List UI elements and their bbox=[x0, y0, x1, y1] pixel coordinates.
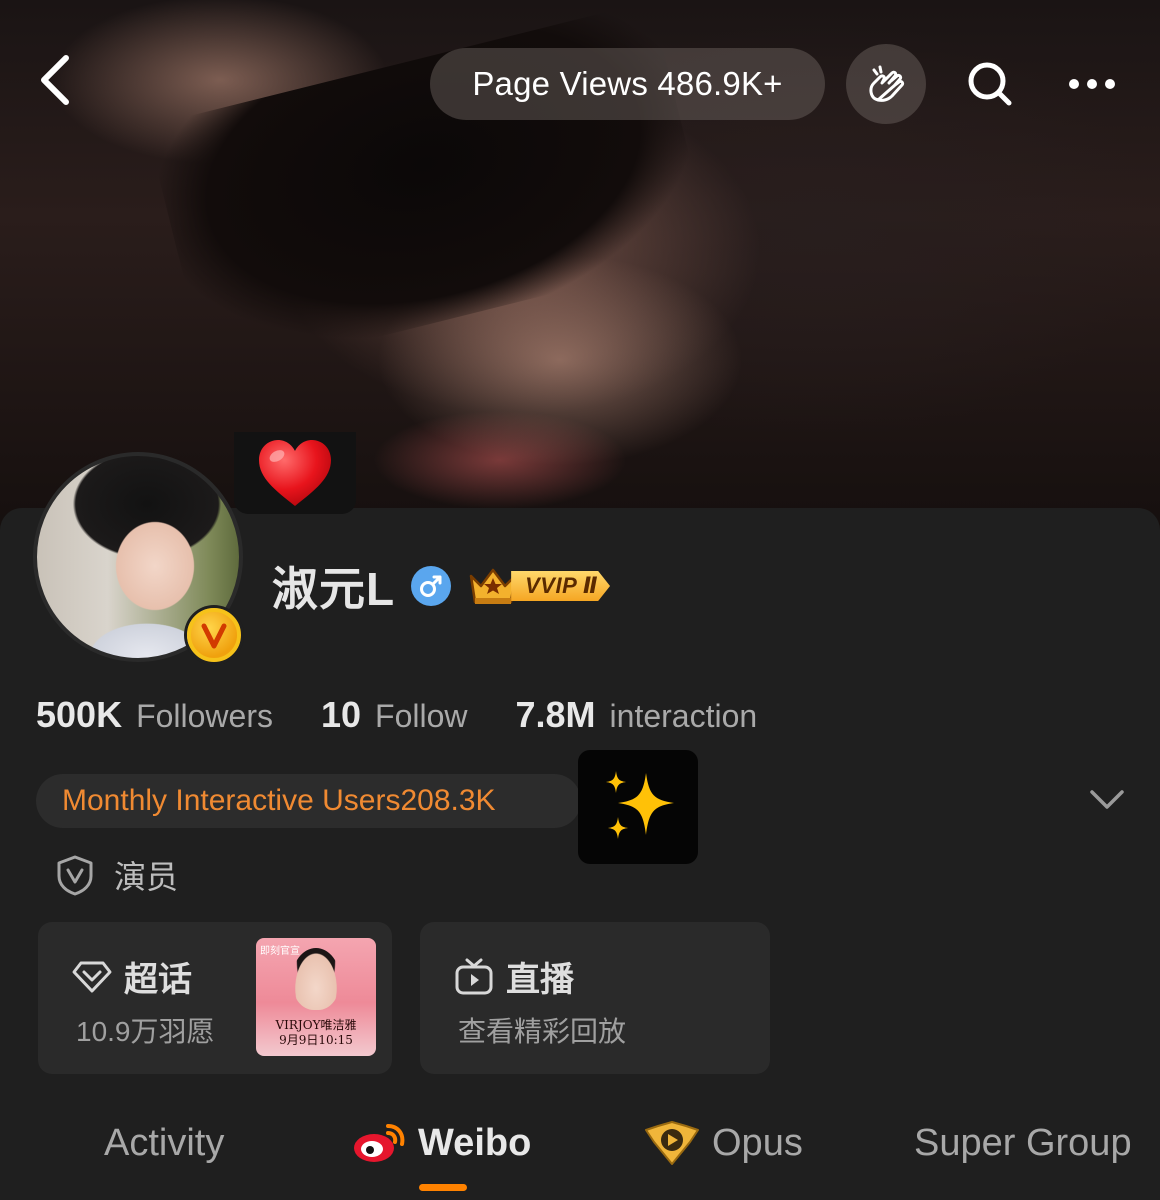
vvip-label: VVIP Ⅱ bbox=[511, 571, 611, 601]
role-text: 演员 bbox=[114, 859, 179, 895]
gesture-button[interactable] bbox=[846, 44, 926, 124]
poster-date: 9月9日10:15 bbox=[279, 1033, 353, 1047]
heart-emoji-icon bbox=[259, 440, 331, 506]
poster-face bbox=[292, 948, 340, 1010]
tab-label: Activity bbox=[104, 1121, 225, 1164]
tab-weibo[interactable]: Weibo bbox=[352, 1110, 531, 1176]
verified-v-icon bbox=[201, 623, 227, 649]
poster-tag: 即刻官宣 bbox=[260, 946, 300, 957]
card-subtitle: 查看精彩回放 bbox=[458, 1016, 627, 1047]
tab-super-group[interactable]: Super Group bbox=[914, 1110, 1132, 1176]
back-arrow-icon bbox=[41, 55, 69, 105]
tab-label: Weibo bbox=[418, 1121, 532, 1164]
diamond-icon bbox=[72, 961, 112, 992]
name-row: 淑元L VVIP Ⅱ bbox=[272, 556, 611, 616]
more-button[interactable] bbox=[1052, 44, 1132, 124]
more-icon bbox=[1069, 79, 1115, 89]
chevron-down-icon[interactable] bbox=[1086, 784, 1128, 816]
card-header: 超话 bbox=[72, 952, 192, 1001]
weibo-logo-icon bbox=[352, 1120, 406, 1166]
supertopic-card[interactable]: 超话 10.9万羽愿 即刻官宣 VIRJOY唯洁雅 9月9日10:15 bbox=[38, 922, 392, 1074]
stat-value: 500K bbox=[36, 694, 123, 735]
verified-badge bbox=[187, 608, 241, 662]
poster-caption: VIRJOY唯洁雅 9月9日10:15 bbox=[256, 1018, 376, 1048]
event-poster-image[interactable]: 即刻官宣 VIRJOY唯洁雅 9月9日10:15 bbox=[256, 938, 376, 1056]
sparkles-sticker bbox=[578, 750, 698, 864]
stat-value: 7.8M bbox=[515, 694, 596, 735]
gesture-icon bbox=[869, 65, 905, 102]
search-icon bbox=[968, 62, 1012, 106]
card-subtitle: 10.9万羽愿 bbox=[76, 1016, 215, 1047]
poster-brand: VIRJOY唯洁雅 bbox=[275, 1018, 357, 1032]
male-gender-icon bbox=[411, 566, 452, 606]
tab-label: Opus bbox=[712, 1121, 803, 1164]
heart-sticker bbox=[234, 432, 356, 514]
page-views-text: Page Views 486.9K+ bbox=[472, 65, 783, 102]
profile-tabs: Activity Weibo Opus Super Group bbox=[0, 1110, 1160, 1180]
active-tab-indicator bbox=[419, 1184, 467, 1191]
follow-stat[interactable]: 10 Follow bbox=[321, 694, 468, 736]
sparkles-emoji-icon bbox=[606, 771, 674, 839]
card-header: 直播 bbox=[454, 952, 574, 1001]
followers-stat[interactable]: 500K Followers bbox=[36, 694, 273, 736]
username: 淑元L bbox=[272, 563, 396, 615]
page-views-pill[interactable]: Page Views 486.9K+ bbox=[430, 48, 825, 120]
stat-label: interaction bbox=[609, 698, 758, 734]
tab-activity[interactable]: Activity bbox=[104, 1110, 224, 1176]
monthly-users-pill[interactable]: Monthly Interactive Users208.3K bbox=[36, 774, 581, 828]
tab-opus[interactable]: Opus bbox=[644, 1110, 803, 1176]
stat-label: Followers bbox=[136, 698, 273, 734]
opus-badge-icon bbox=[644, 1120, 700, 1166]
tv-play-icon bbox=[455, 958, 493, 994]
back-button[interactable] bbox=[28, 52, 84, 108]
card-title: 直播 bbox=[506, 961, 574, 999]
role-row: 演员 bbox=[56, 850, 178, 900]
search-button[interactable] bbox=[950, 44, 1030, 124]
live-card[interactable]: 直播 查看精彩回放 bbox=[420, 922, 770, 1074]
shield-v-icon bbox=[57, 855, 93, 896]
stat-value: 10 bbox=[320, 694, 362, 735]
monthly-users-text: Monthly Interactive Users208.3K bbox=[62, 784, 496, 817]
vvip-badge[interactable]: VVIP Ⅱ bbox=[467, 564, 611, 608]
interaction-stat[interactable]: 7.8M interaction bbox=[516, 694, 758, 736]
stat-label: Follow bbox=[375, 698, 468, 734]
tab-label: Super Group bbox=[914, 1121, 1132, 1164]
stats-row: 500K Followers 10 Follow 7.8M interactio… bbox=[36, 694, 805, 744]
card-title: 超话 bbox=[124, 961, 192, 999]
